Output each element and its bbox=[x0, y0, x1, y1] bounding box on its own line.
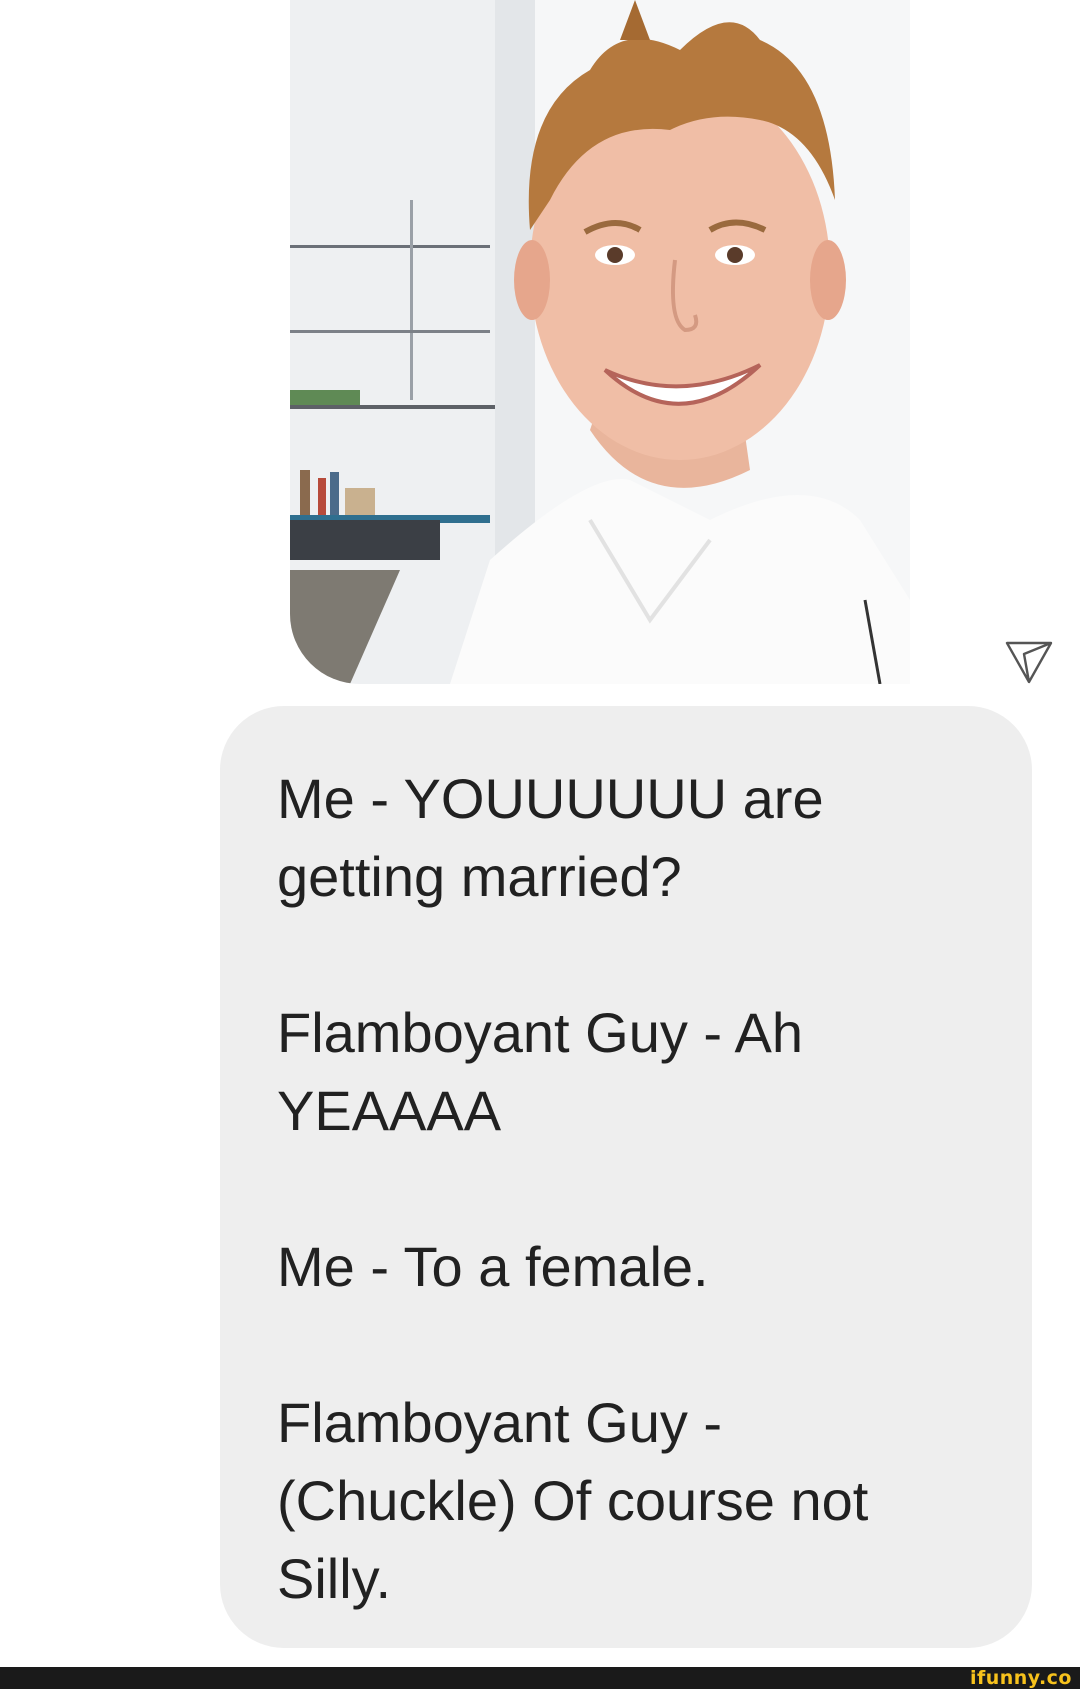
message-line: (Chuckle) Of course not bbox=[277, 1469, 869, 1532]
message-gap bbox=[277, 1306, 992, 1384]
message-line: Silly. bbox=[277, 1547, 392, 1610]
photo-message[interactable] bbox=[290, 0, 910, 684]
message-gap bbox=[277, 1150, 992, 1228]
message-gap bbox=[277, 916, 992, 994]
sent-status-icon bbox=[1004, 640, 1054, 684]
message-line: YEAAAA bbox=[277, 1079, 502, 1142]
message-line: Me - To a female. bbox=[277, 1235, 709, 1298]
man-photo-image bbox=[290, 0, 910, 684]
message-line: Flamboyant Guy - Ah bbox=[277, 1001, 804, 1064]
message-line: Flamboyant Guy - bbox=[277, 1391, 723, 1454]
message-line: getting married? bbox=[277, 845, 682, 908]
chat-screen: Me - YOUUUUUU are getting married? Flamb… bbox=[0, 0, 1080, 1689]
ifunny-watermark: ifunny.co bbox=[969, 1667, 1072, 1689]
text-message-bubble[interactable]: Me - YOUUUUUU are getting married? Flamb… bbox=[220, 706, 1032, 1648]
bottom-bar: ifunny.co bbox=[0, 1667, 1080, 1689]
message-line: Me - YOUUUUUU are bbox=[277, 767, 824, 830]
